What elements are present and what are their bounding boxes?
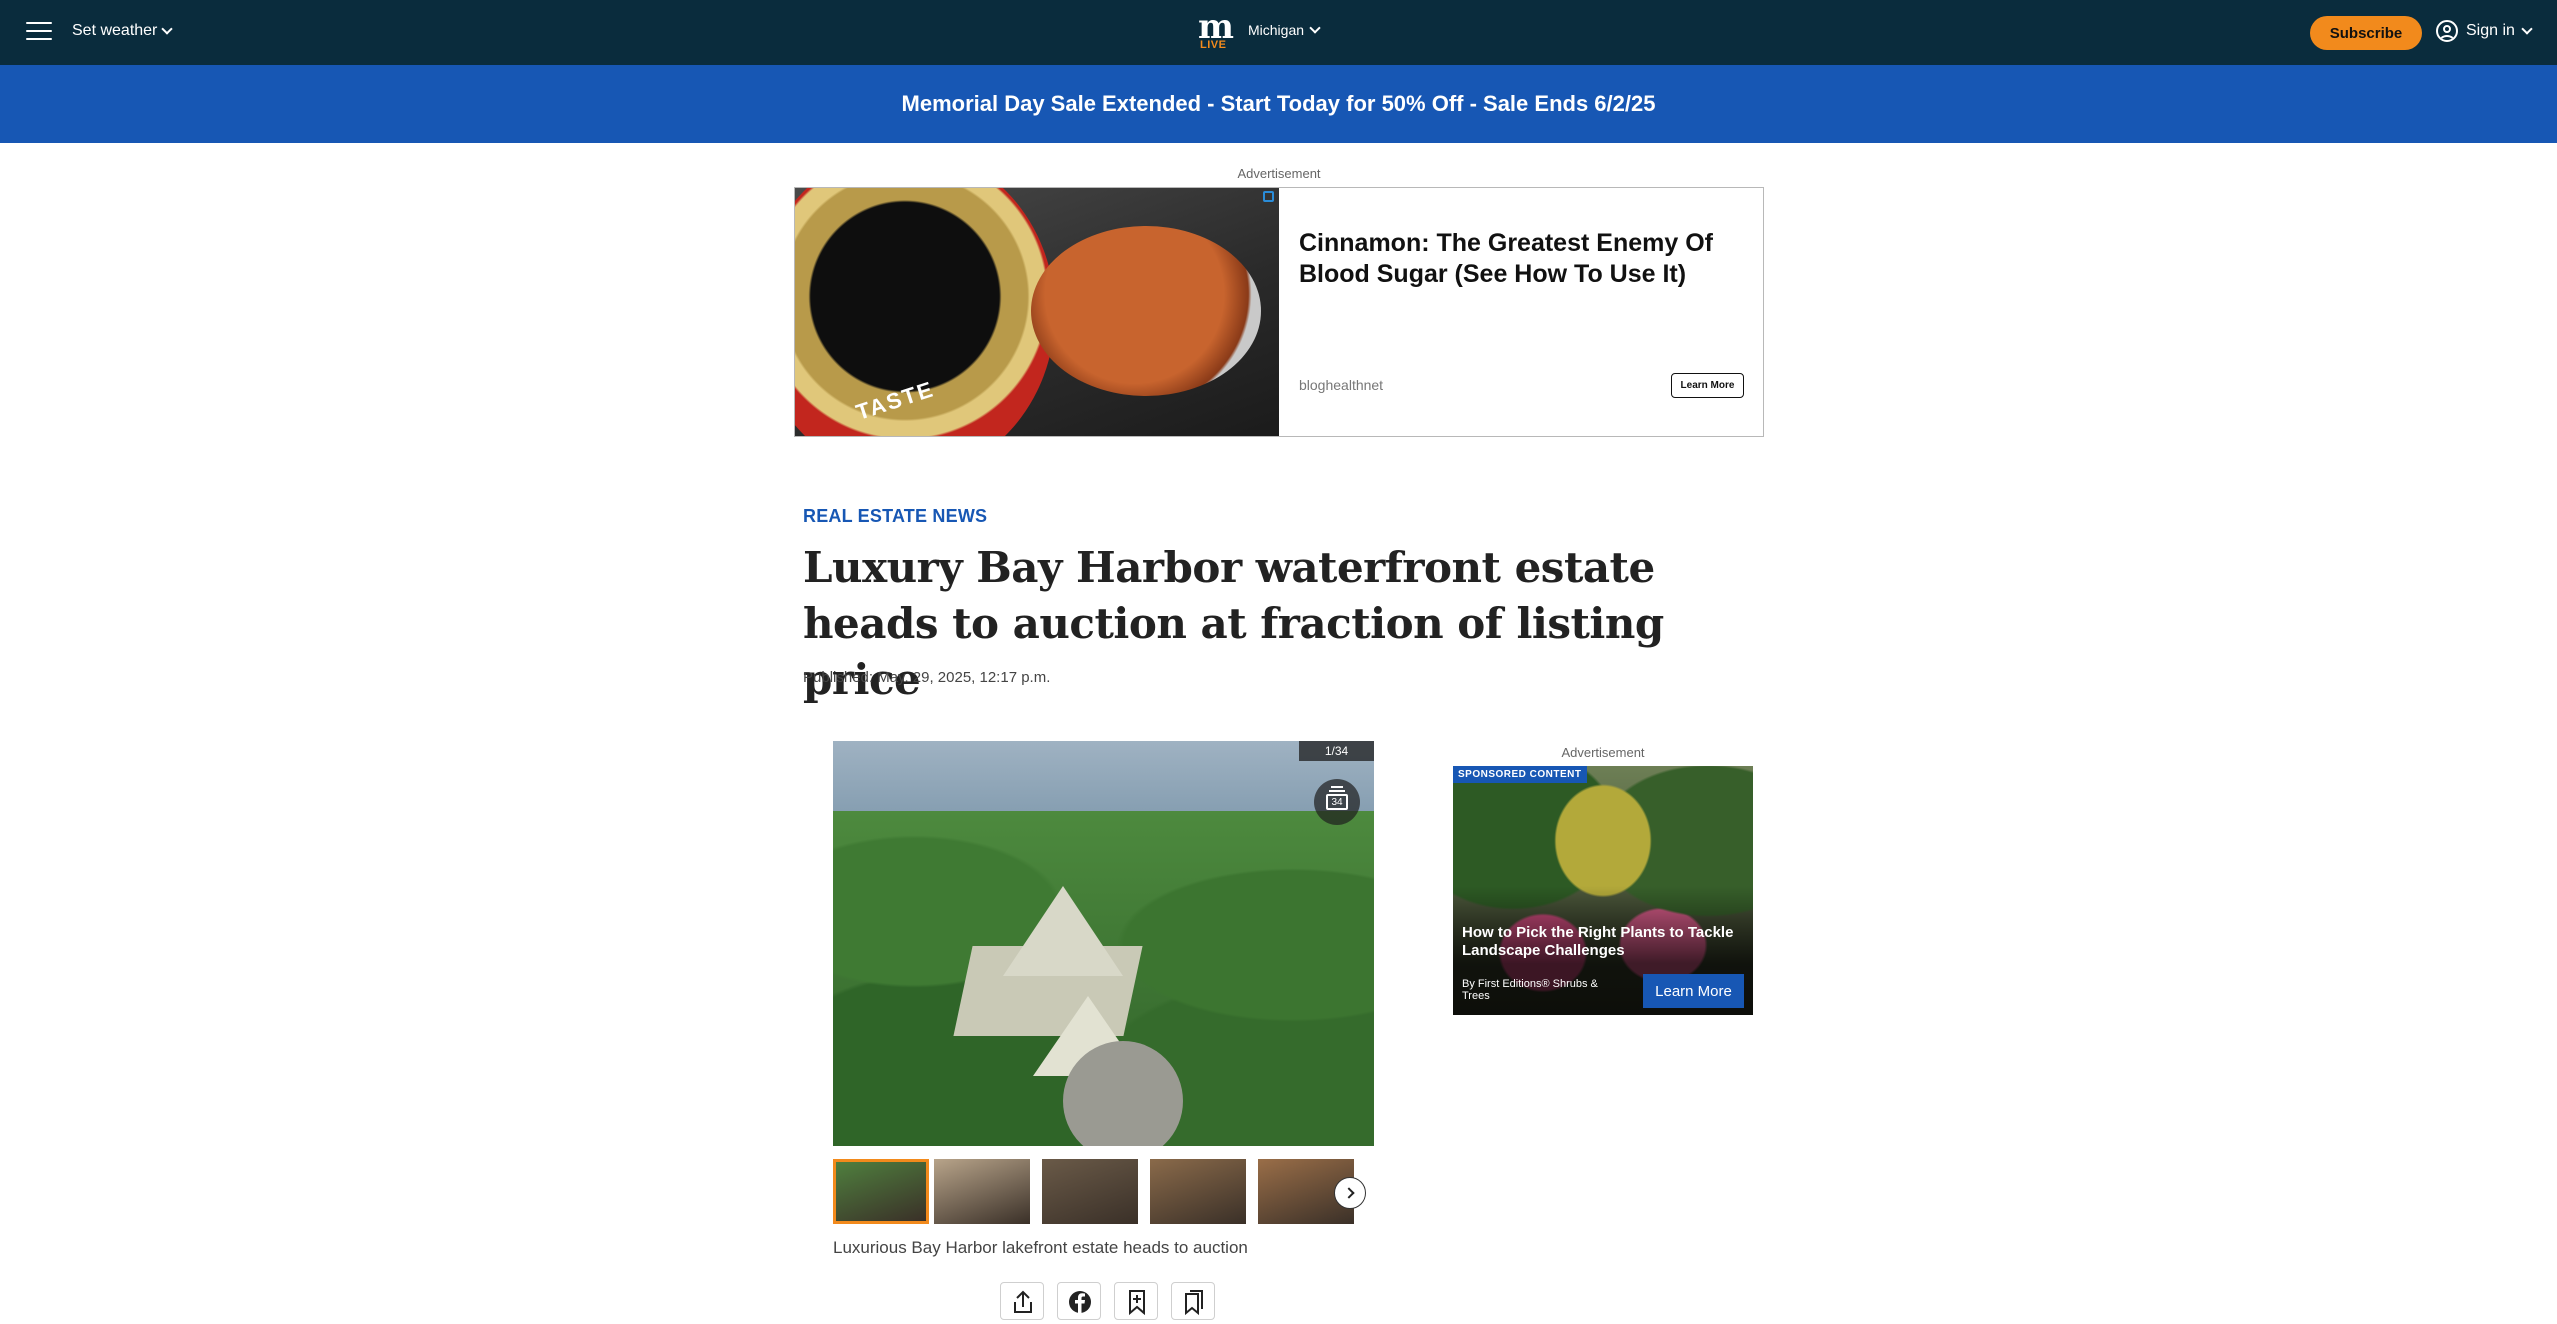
share-toolbar [1000, 1282, 1215, 1320]
sponsored-title[interactable]: How to Pick the Right Plants to Tackle L… [1462, 924, 1742, 960]
published-date: Published: May. 29, 2025, 12:17 p.m. [803, 669, 1051, 686]
ad-image: TASTE [795, 188, 1279, 436]
chevron-down-icon [1309, 22, 1321, 34]
section-link[interactable]: REAL ESTATE NEWS [803, 506, 987, 527]
chevron-right-icon [1342, 1187, 1355, 1199]
ad-label: Advertisement [1237, 166, 1321, 181]
user-icon [2436, 20, 2458, 42]
ad-source: bloghealthnet [1299, 377, 1384, 393]
sign-in-button[interactable]: Sign in [2436, 20, 2533, 42]
set-weather-button[interactable]: Set weather [72, 22, 174, 40]
subscribe-button[interactable]: Subscribe [2310, 16, 2422, 50]
hamburger-menu-icon[interactable] [26, 22, 52, 42]
top-advertisement[interactable]: TASTE Cinnamon: The Greatest Enemy Of Bl… [794, 187, 1764, 437]
ad-learn-more-button[interactable]: Learn More [1671, 373, 1744, 398]
gallery-count: 34 [1326, 794, 1348, 810]
sponsored-byline: By First Editions® Shrubs & Trees [1462, 978, 1598, 1002]
gallery-thumb[interactable] [1042, 1159, 1138, 1224]
weather-label: Set weather [72, 22, 158, 39]
promo-banner[interactable]: Memorial Day Sale Extended - Start Today… [0, 65, 2557, 143]
sponsored-learn-more-button[interactable]: Learn More [1643, 974, 1744, 1008]
saved-list-icon[interactable] [1171, 1282, 1215, 1320]
gallery-stack-icon[interactable]: 34 [1314, 779, 1360, 825]
adchoices-icon[interactable] [1263, 191, 1274, 202]
sign-in-label: Sign in [2466, 22, 2515, 39]
top-nav: Set weather m LIVE Michigan Subscribe Si… [0, 0, 2557, 65]
ad-spoon-graphic [1031, 226, 1261, 396]
region-selector[interactable]: Michigan [1248, 22, 1321, 38]
gallery-caption: Luxurious Bay Harbor lakefront estate he… [833, 1238, 1248, 1257]
bookmark-add-icon[interactable] [1114, 1282, 1158, 1320]
region-label: Michigan [1248, 22, 1305, 38]
promo-text: Memorial Day Sale Extended - Start Today… [901, 91, 1656, 116]
facebook-icon[interactable] [1057, 1282, 1101, 1320]
logo-letter: m [1198, 7, 1234, 47]
gallery-thumbnails [833, 1157, 1374, 1226]
share-icon[interactable] [1000, 1282, 1044, 1320]
sponsored-badge: SPONSORED CONTENT [1453, 766, 1587, 783]
thumbnail-next-button[interactable] [1334, 1177, 1366, 1209]
gallery-thumb[interactable] [833, 1159, 929, 1224]
logo-sub: LIVE [1200, 39, 1227, 51]
ad-label: Advertisement [1561, 745, 1645, 760]
chevron-down-icon [2521, 23, 2533, 35]
photo-gallery-main[interactable]: 1/34 34 [833, 741, 1374, 1146]
gallery-counter: 1/34 [1299, 741, 1374, 761]
mlive-logo[interactable]: m LIVE [1198, 7, 1236, 51]
gallery-thumb[interactable] [1150, 1159, 1246, 1224]
gallery-thumb[interactable] [934, 1159, 1030, 1224]
chevron-down-icon [161, 23, 174, 35]
ad-headline[interactable]: Cinnamon: The Greatest Enemy Of Blood Su… [1299, 228, 1739, 290]
sponsored-ad[interactable]: SPONSORED CONTENT How to Pick the Right … [1453, 766, 1753, 1015]
